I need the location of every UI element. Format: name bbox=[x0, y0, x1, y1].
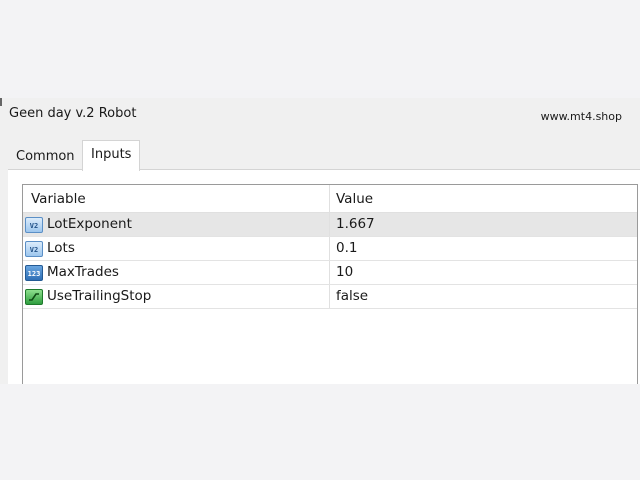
site-watermark: www.mt4.shop bbox=[540, 110, 622, 123]
value-cell[interactable]: 1.667 bbox=[330, 213, 637, 236]
variable-cell[interactable]: 123 MaxTrades bbox=[23, 261, 330, 284]
tab-common[interactable]: Common bbox=[8, 144, 83, 170]
table-row[interactable]: V2 Lots 0.1 bbox=[23, 237, 637, 261]
table-row[interactable]: UseTrailingStop false bbox=[23, 285, 637, 309]
grid-header: Variable Value bbox=[23, 185, 637, 213]
column-header-variable[interactable]: Variable bbox=[23, 185, 330, 212]
double-type-icon: V2 bbox=[25, 240, 43, 257]
expert-properties-window: Geen day v.2 Robot www.mt4.shop Common I… bbox=[0, 98, 640, 385]
tab-bar: Common Inputs bbox=[8, 140, 640, 171]
tab-inputs[interactable]: Inputs bbox=[82, 140, 141, 171]
variable-cell[interactable]: V2 Lots bbox=[23, 237, 330, 260]
value-cell[interactable]: false bbox=[330, 285, 637, 308]
variable-name: Lots bbox=[47, 240, 75, 256]
boolean-type-icon bbox=[25, 288, 43, 305]
screen-top-area bbox=[0, 0, 640, 98]
variable-name: MaxTrades bbox=[47, 264, 119, 280]
inputs-panel: Variable Value V2 LotExponent 1.667 V2 L… bbox=[8, 169, 640, 385]
table-row[interactable]: V2 LotExponent 1.667 bbox=[23, 213, 637, 237]
integer-type-icon: 123 bbox=[25, 264, 43, 281]
screen-bottom-area bbox=[0, 384, 640, 480]
variable-cell[interactable]: V2 LotExponent bbox=[23, 213, 330, 236]
inputs-grid: Variable Value V2 LotExponent 1.667 V2 L… bbox=[22, 184, 638, 385]
table-row[interactable]: 123 MaxTrades 10 bbox=[23, 261, 637, 285]
variable-cell[interactable]: UseTrailingStop bbox=[23, 285, 330, 308]
double-type-icon: V2 bbox=[25, 216, 43, 233]
window-title: Geen day v.2 Robot bbox=[9, 106, 137, 121]
variable-name: LotExponent bbox=[47, 216, 132, 232]
value-cell[interactable]: 0.1 bbox=[330, 237, 637, 260]
window-edge-mark bbox=[0, 98, 2, 106]
value-cell[interactable]: 10 bbox=[330, 261, 637, 284]
column-header-value[interactable]: Value bbox=[330, 185, 637, 212]
variable-name: UseTrailingStop bbox=[47, 288, 152, 304]
